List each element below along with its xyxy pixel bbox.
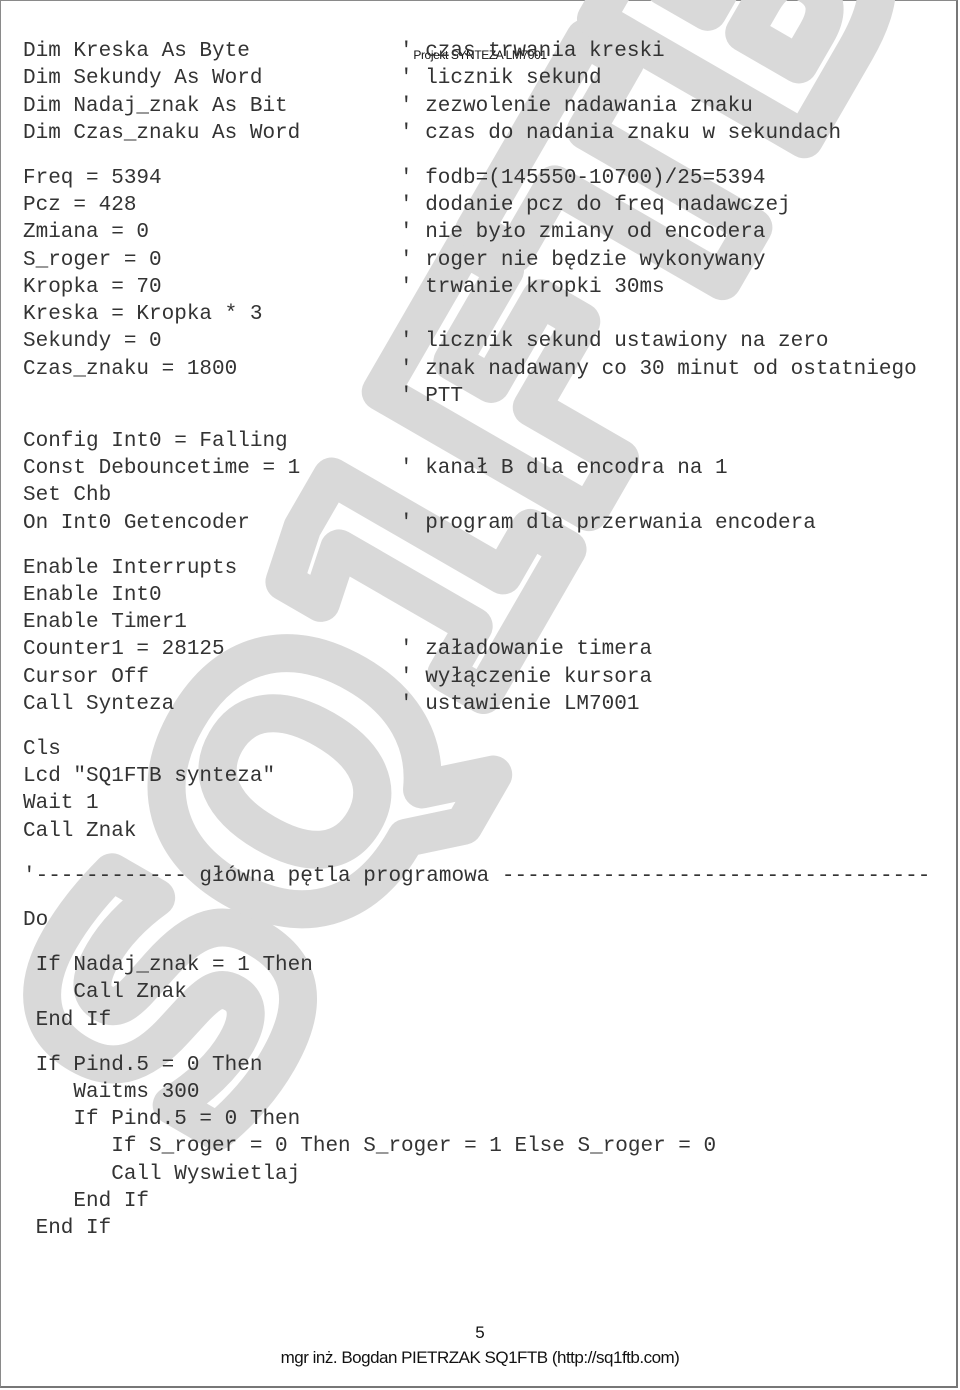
code-statement: Do [23,909,49,933]
code-statement: If Pind.5 = 0 Then [23,1108,301,1132]
code-statement: On Int0 Getencoder [23,511,250,535]
code-comment: ' PTT [400,385,464,409]
code-statement: Enable Interrupts [23,556,238,580]
code-statement: If Nadaj_znak = 1 Then [23,954,313,978]
code-statement: Const Debouncetime = 1 [23,457,301,481]
code-statement: Set Chb [23,484,112,508]
code-comment: ' roger nie będzie wykonywany [400,248,766,272]
code-statement: Config Int0 = Falling [23,429,288,453]
code-statement: Sekundy = 0 [23,330,162,354]
code-comment: ' licznik sekund ustawiony na zero [400,330,829,354]
code-statement: If S_roger = 0 Then S_roger = 1 Else S_r… [23,1135,717,1159]
code-comment: ' nie było zmiany od encodera [400,221,766,245]
code-comment: ' załadowanie timera [400,638,653,662]
code-comment: ' licznik sekund [400,67,602,91]
code-statement: Kreska = Kropka * 3 [23,303,263,327]
code-statement: '------------ główna pętla programowa --… [23,864,931,888]
code-statement: Pcz = 428 [23,193,137,217]
code-statement: End If [23,1217,112,1241]
code-statement: Czas_znaku = 1800 [23,357,238,381]
code-statement: Counter1 = 28125 [23,638,225,662]
code-comment: ' ustawienie LM7001 [400,693,640,717]
code-statement: If Pind.5 = 0 Then [23,1053,263,1077]
code-statement: Waitms 300 [23,1080,200,1104]
code-statement: Dim Nadaj_znak As Bit [23,94,288,118]
code-statement: Call Wyswietlaj [23,1162,301,1186]
code-comment: ' znak nadawany co 30 minut od ostatnieg… [400,357,917,381]
code-statement: Wait 1 [23,792,99,816]
code-comment: ' trwanie kropki 30ms [400,275,665,299]
code-statement: S_roger = 0 [23,248,162,272]
code-statement: Kropka = 70 [23,275,162,299]
page-number: 5 [475,1323,485,1342]
code-comment: ' zezwolenie nadawania znaku [400,94,753,118]
code-statement: Enable Int0 [23,583,162,607]
code-statement: End If [23,1008,112,1032]
code-statement: Dim Kreska As Byte [23,40,250,63]
code-statement: Dim Sekundy As Word [23,67,263,91]
code-comment: ' czas trwania kreski [400,40,665,63]
code-statement: Cursor Off [23,665,150,689]
code-statement: Call Synteza [23,693,175,717]
code-statement: Dim Czas_znaku As Word [23,121,301,145]
code-comment: ' dodanie pcz do freq nadawczej [400,193,791,217]
code-comment: ' wyłączenie kursora [400,665,653,689]
code-comment: ' program dla przerwania encodera [400,511,816,535]
code-statement: Call Znak [23,981,187,1005]
code-statement: End If [23,1189,150,1213]
code-statement: Zmiana = 0 [23,221,150,245]
code-statement: Lcd "SQ1FTB synteza" [23,765,276,789]
code-statement: Call Znak [23,819,137,843]
author-line: mgr inż. Bogdan PIETRZAK SQ1FTB (http://… [280,1348,680,1367]
code-statement: Cls [23,737,61,761]
code-comment: ' fodb=(145550-10700)/25=5394 [400,166,766,190]
code-comment: ' czas do nadania znaku w sekundach [400,121,842,145]
code-statement: Freq = 5394 [23,166,162,190]
code-comment: ' kanał B dla encodra na 1 [400,457,728,481]
code-statement: Enable Timer1 [23,611,187,635]
